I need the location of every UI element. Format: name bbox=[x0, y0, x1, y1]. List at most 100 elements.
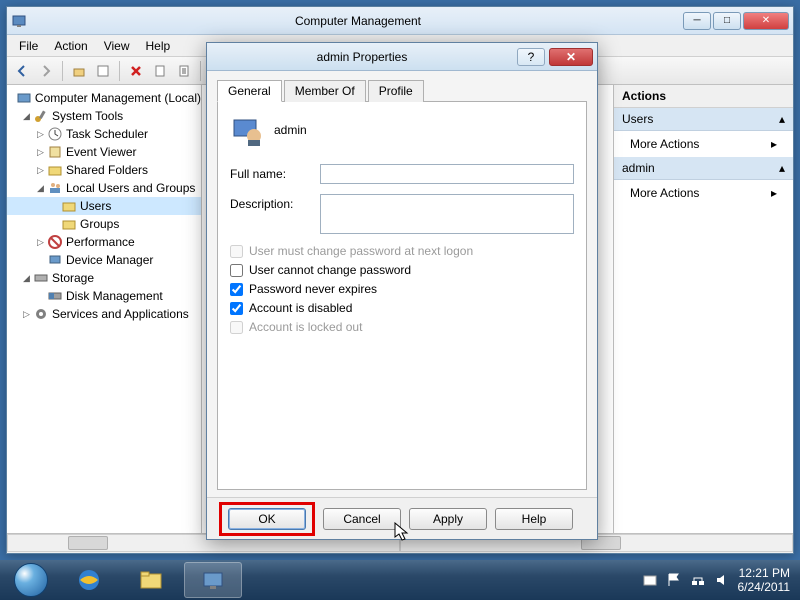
tree-label: Event Viewer bbox=[66, 145, 136, 159]
ok-button[interactable]: OK bbox=[228, 508, 306, 530]
tree-pane: Computer Management (Local) ◢System Tool… bbox=[7, 85, 202, 533]
chk-label: Account is locked out bbox=[249, 320, 362, 334]
actions-more-users[interactable]: More Actions▸ bbox=[614, 131, 793, 157]
chk-label: User must change password at next logon bbox=[249, 244, 473, 258]
dialog-title: admin Properties bbox=[207, 50, 517, 64]
chk-must-change bbox=[230, 245, 243, 258]
taskbar: 12:21 PM 6/24/2011 bbox=[0, 560, 800, 600]
titlebar: Computer Management ─ □ ✕ bbox=[7, 7, 793, 35]
menu-file[interactable]: File bbox=[11, 37, 46, 55]
tray-date: 6/24/2011 bbox=[738, 580, 791, 594]
actions-header: Actions bbox=[614, 85, 793, 108]
volume-icon[interactable] bbox=[714, 572, 730, 588]
tree-device-manager[interactable]: Device Manager bbox=[7, 251, 201, 269]
chk-cannot-change-row[interactable]: User cannot change password bbox=[230, 263, 574, 277]
actions-section-users[interactable]: Users▴ bbox=[614, 108, 793, 131]
delete-button[interactable] bbox=[125, 60, 147, 82]
tab-member-of[interactable]: Member Of bbox=[284, 80, 366, 102]
actions-pane: Actions Users▴ More Actions▸ admin▴ More… bbox=[613, 85, 793, 533]
user-icon bbox=[230, 114, 262, 146]
network-icon[interactable] bbox=[690, 572, 706, 588]
tree-local-users-groups[interactable]: ◢Local Users and Groups bbox=[7, 179, 201, 197]
tree-services-apps[interactable]: ▷Services and Applications bbox=[7, 305, 201, 323]
username-label: admin bbox=[274, 123, 307, 137]
forward-button[interactable] bbox=[35, 60, 57, 82]
flag-icon[interactable] bbox=[666, 572, 682, 588]
window-title: Computer Management bbox=[33, 14, 683, 28]
actions-more-admin[interactable]: More Actions▸ bbox=[614, 180, 793, 206]
cancel-button[interactable]: Cancel bbox=[323, 508, 401, 530]
export-button[interactable] bbox=[173, 60, 195, 82]
tree-task-scheduler[interactable]: ▷Task Scheduler bbox=[7, 125, 201, 143]
tree-users[interactable]: Users bbox=[7, 197, 201, 215]
up-button[interactable] bbox=[68, 60, 90, 82]
tree-root[interactable]: Computer Management (Local) bbox=[7, 89, 201, 107]
collapse-icon: ▴ bbox=[779, 161, 785, 175]
chk-never-expires[interactable] bbox=[230, 283, 243, 296]
chk-disabled[interactable] bbox=[230, 302, 243, 315]
chk-label: User cannot change password bbox=[249, 263, 411, 277]
description-field[interactable] bbox=[320, 194, 574, 234]
chk-label: Account is disabled bbox=[249, 301, 352, 315]
taskbar-compmgmt[interactable] bbox=[184, 562, 242, 598]
start-button[interactable] bbox=[4, 561, 58, 599]
tree-label: Performance bbox=[66, 235, 135, 249]
chevron-right-icon: ▸ bbox=[771, 137, 777, 151]
menu-action[interactable]: Action bbox=[46, 37, 95, 55]
taskbar-ie[interactable] bbox=[60, 562, 118, 598]
tree-label: Disk Management bbox=[66, 289, 163, 303]
tree-label: Storage bbox=[52, 271, 94, 285]
description-label: Description: bbox=[230, 194, 320, 211]
chk-never-expires-row[interactable]: Password never expires bbox=[230, 282, 574, 296]
help-button[interactable]: Help bbox=[495, 508, 573, 530]
tree-system-tools[interactable]: ◢System Tools bbox=[7, 107, 201, 125]
fullname-label: Full name: bbox=[230, 164, 320, 181]
chk-locked bbox=[230, 321, 243, 334]
tree-label: Computer Management (Local) bbox=[35, 91, 201, 105]
tree-shared-folders[interactable]: ▷Shared Folders bbox=[7, 161, 201, 179]
tree-label: Users bbox=[80, 199, 111, 213]
close-button[interactable]: ✕ bbox=[743, 12, 789, 30]
dialog-button-row: OK Cancel Apply Help bbox=[207, 497, 597, 539]
tab-content-general: admin Full name: Description: User must … bbox=[217, 102, 587, 490]
fullname-field[interactable] bbox=[320, 164, 574, 184]
menu-help[interactable]: Help bbox=[138, 37, 179, 55]
tree-label: Shared Folders bbox=[66, 163, 148, 177]
apply-button[interactable]: Apply bbox=[409, 508, 487, 530]
tree-label: Device Manager bbox=[66, 253, 153, 267]
minimize-button[interactable]: ─ bbox=[683, 12, 711, 30]
tree-label: Local Users and Groups bbox=[66, 181, 195, 195]
tab-profile[interactable]: Profile bbox=[368, 80, 424, 102]
windows-orb-icon bbox=[14, 563, 48, 597]
chk-disabled-row[interactable]: Account is disabled bbox=[230, 301, 574, 315]
dialog-titlebar: admin Properties ? ✕ bbox=[207, 43, 597, 71]
chevron-right-icon: ▸ bbox=[771, 186, 777, 200]
tree-disk-management[interactable]: Disk Management bbox=[7, 287, 201, 305]
tree-label: Services and Applications bbox=[52, 307, 189, 321]
admin-properties-dialog: admin Properties ? ✕ General Member Of P… bbox=[206, 42, 598, 540]
menu-view[interactable]: View bbox=[96, 37, 138, 55]
tab-general[interactable]: General bbox=[217, 80, 282, 102]
app-icon bbox=[11, 13, 27, 29]
tray-time: 12:21 PM bbox=[739, 566, 790, 580]
tree-event-viewer[interactable]: ▷Event Viewer bbox=[7, 143, 201, 161]
chk-locked-row: Account is locked out bbox=[230, 320, 574, 334]
tree-performance[interactable]: ▷Performance bbox=[7, 233, 201, 251]
collapse-icon: ▴ bbox=[779, 112, 785, 126]
chk-label: Password never expires bbox=[249, 282, 377, 296]
maximize-button[interactable]: □ bbox=[713, 12, 741, 30]
dialog-close-button[interactable]: ✕ bbox=[549, 48, 593, 66]
dialog-help-button[interactable]: ? bbox=[517, 48, 545, 66]
actions-section-admin[interactable]: admin▴ bbox=[614, 157, 793, 180]
properties-button[interactable] bbox=[92, 60, 114, 82]
taskbar-explorer[interactable] bbox=[122, 562, 180, 598]
system-tray[interactable]: 12:21 PM 6/24/2011 bbox=[642, 566, 797, 595]
refresh-button[interactable] bbox=[149, 60, 171, 82]
back-button[interactable] bbox=[11, 60, 33, 82]
chk-cannot-change[interactable] bbox=[230, 264, 243, 277]
tree-storage[interactable]: ◢Storage bbox=[7, 269, 201, 287]
tray-icon[interactable] bbox=[642, 572, 658, 588]
tree-groups[interactable]: Groups bbox=[7, 215, 201, 233]
chk-must-change-row: User must change password at next logon bbox=[230, 244, 574, 258]
tree-label: Task Scheduler bbox=[66, 127, 148, 141]
